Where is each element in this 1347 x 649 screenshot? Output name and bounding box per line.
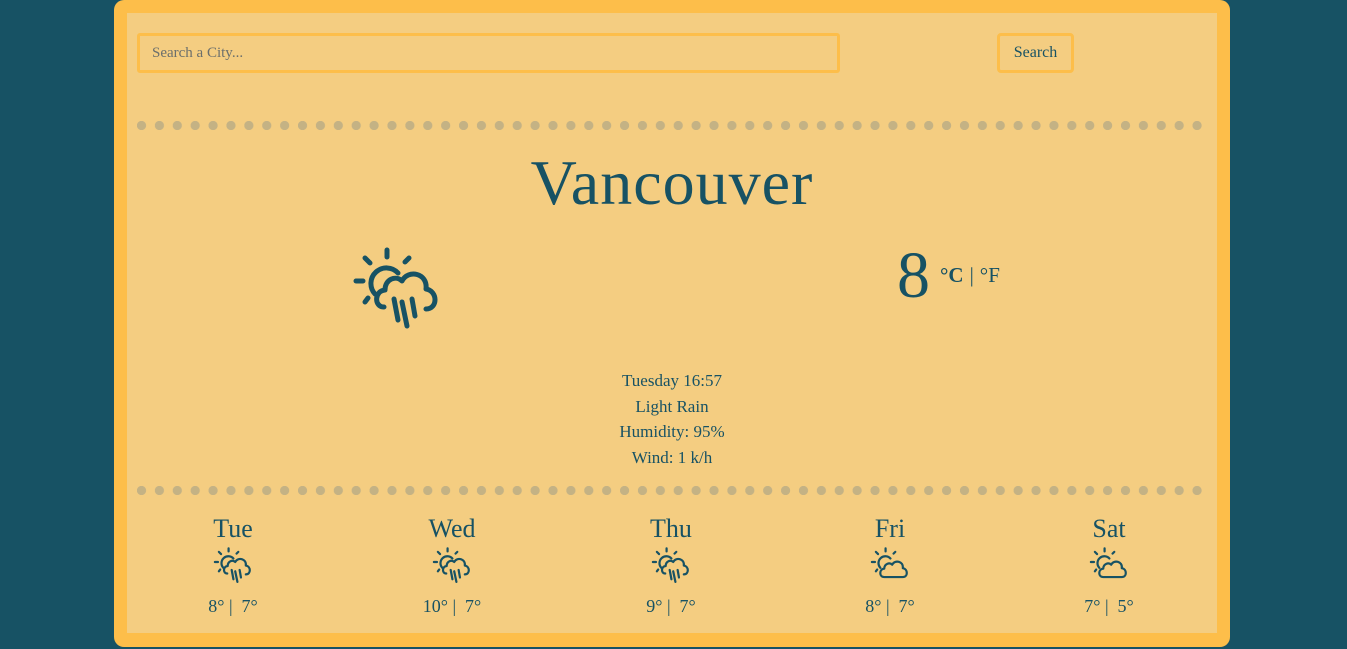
- forecast-temps: 7° | 5°: [1084, 596, 1134, 616]
- forecast-row: Tue 8° | 7° Wed 10° | 7° Thu 9° | 7° Fri…: [127, 513, 1217, 623]
- current-temperature-block: 8 °C | °F: [897, 241, 1000, 311]
- fahrenheit-link[interactable]: °F: [980, 263, 1000, 288]
- unit-toggle: °C | °F: [940, 263, 1000, 288]
- city-name: Vancouver: [530, 147, 814, 218]
- forecast-day: Fri 8° | 7°: [830, 513, 950, 617]
- celsius-link[interactable]: °C: [940, 263, 964, 288]
- city-search-input[interactable]: [137, 33, 840, 73]
- forecast-day: Wed 10° | 7°: [392, 513, 512, 617]
- forecast-day-name: Fri: [874, 514, 906, 543]
- forecast-day-name: Wed: [428, 514, 476, 543]
- sun-cloud-rain-icon: [432, 547, 470, 584]
- dotted-divider-top: [137, 121, 1209, 130]
- humidity: Humidity: 95%: [619, 422, 725, 441]
- current-details: Tuesday 16:57 Light Rain Humidity: 95% W…: [127, 368, 1217, 470]
- sun-cloud-rain-icon: [213, 547, 251, 584]
- current-temperature: 8: [897, 239, 930, 312]
- sun-cloud-icon: [870, 547, 908, 579]
- unit-separator: |: [969, 263, 974, 287]
- forecast-temps: 10° | 7°: [422, 596, 482, 616]
- wind-speed: Wind: 1 k/h: [631, 447, 713, 467]
- forecast-temps: 8° | 7°: [865, 596, 915, 616]
- current-datetime: Tuesday 16:57: [622, 371, 722, 390]
- forecast-temps: 8° | 7°: [208, 596, 258, 616]
- forecast-temps: 9° | 7°: [646, 596, 696, 616]
- forecast-day: Sat 7° | 5°: [1049, 513, 1169, 617]
- weather-card-inner: Search Vancouver 8 °C | °F: [127, 13, 1217, 633]
- weather-description: Light Rain: [635, 396, 709, 416]
- forecast-day: Thu 9° | 7°: [611, 513, 731, 617]
- forecast-day: Tue 8° | 7°: [173, 513, 293, 617]
- sun-cloud-icon: [1089, 547, 1127, 579]
- search-button[interactable]: Search: [997, 33, 1074, 73]
- forecast-day-name: Tue: [213, 514, 253, 543]
- forecast-day-name: Thu: [650, 514, 692, 543]
- sun-cloud-rain-icon: [353, 247, 438, 329]
- sun-cloud-rain-icon: [651, 547, 689, 584]
- weather-card: Search Vancouver 8 °C | °F: [114, 0, 1230, 647]
- forecast-day-name: Sat: [1092, 514, 1126, 543]
- dotted-divider-bottom: [137, 486, 1209, 495]
